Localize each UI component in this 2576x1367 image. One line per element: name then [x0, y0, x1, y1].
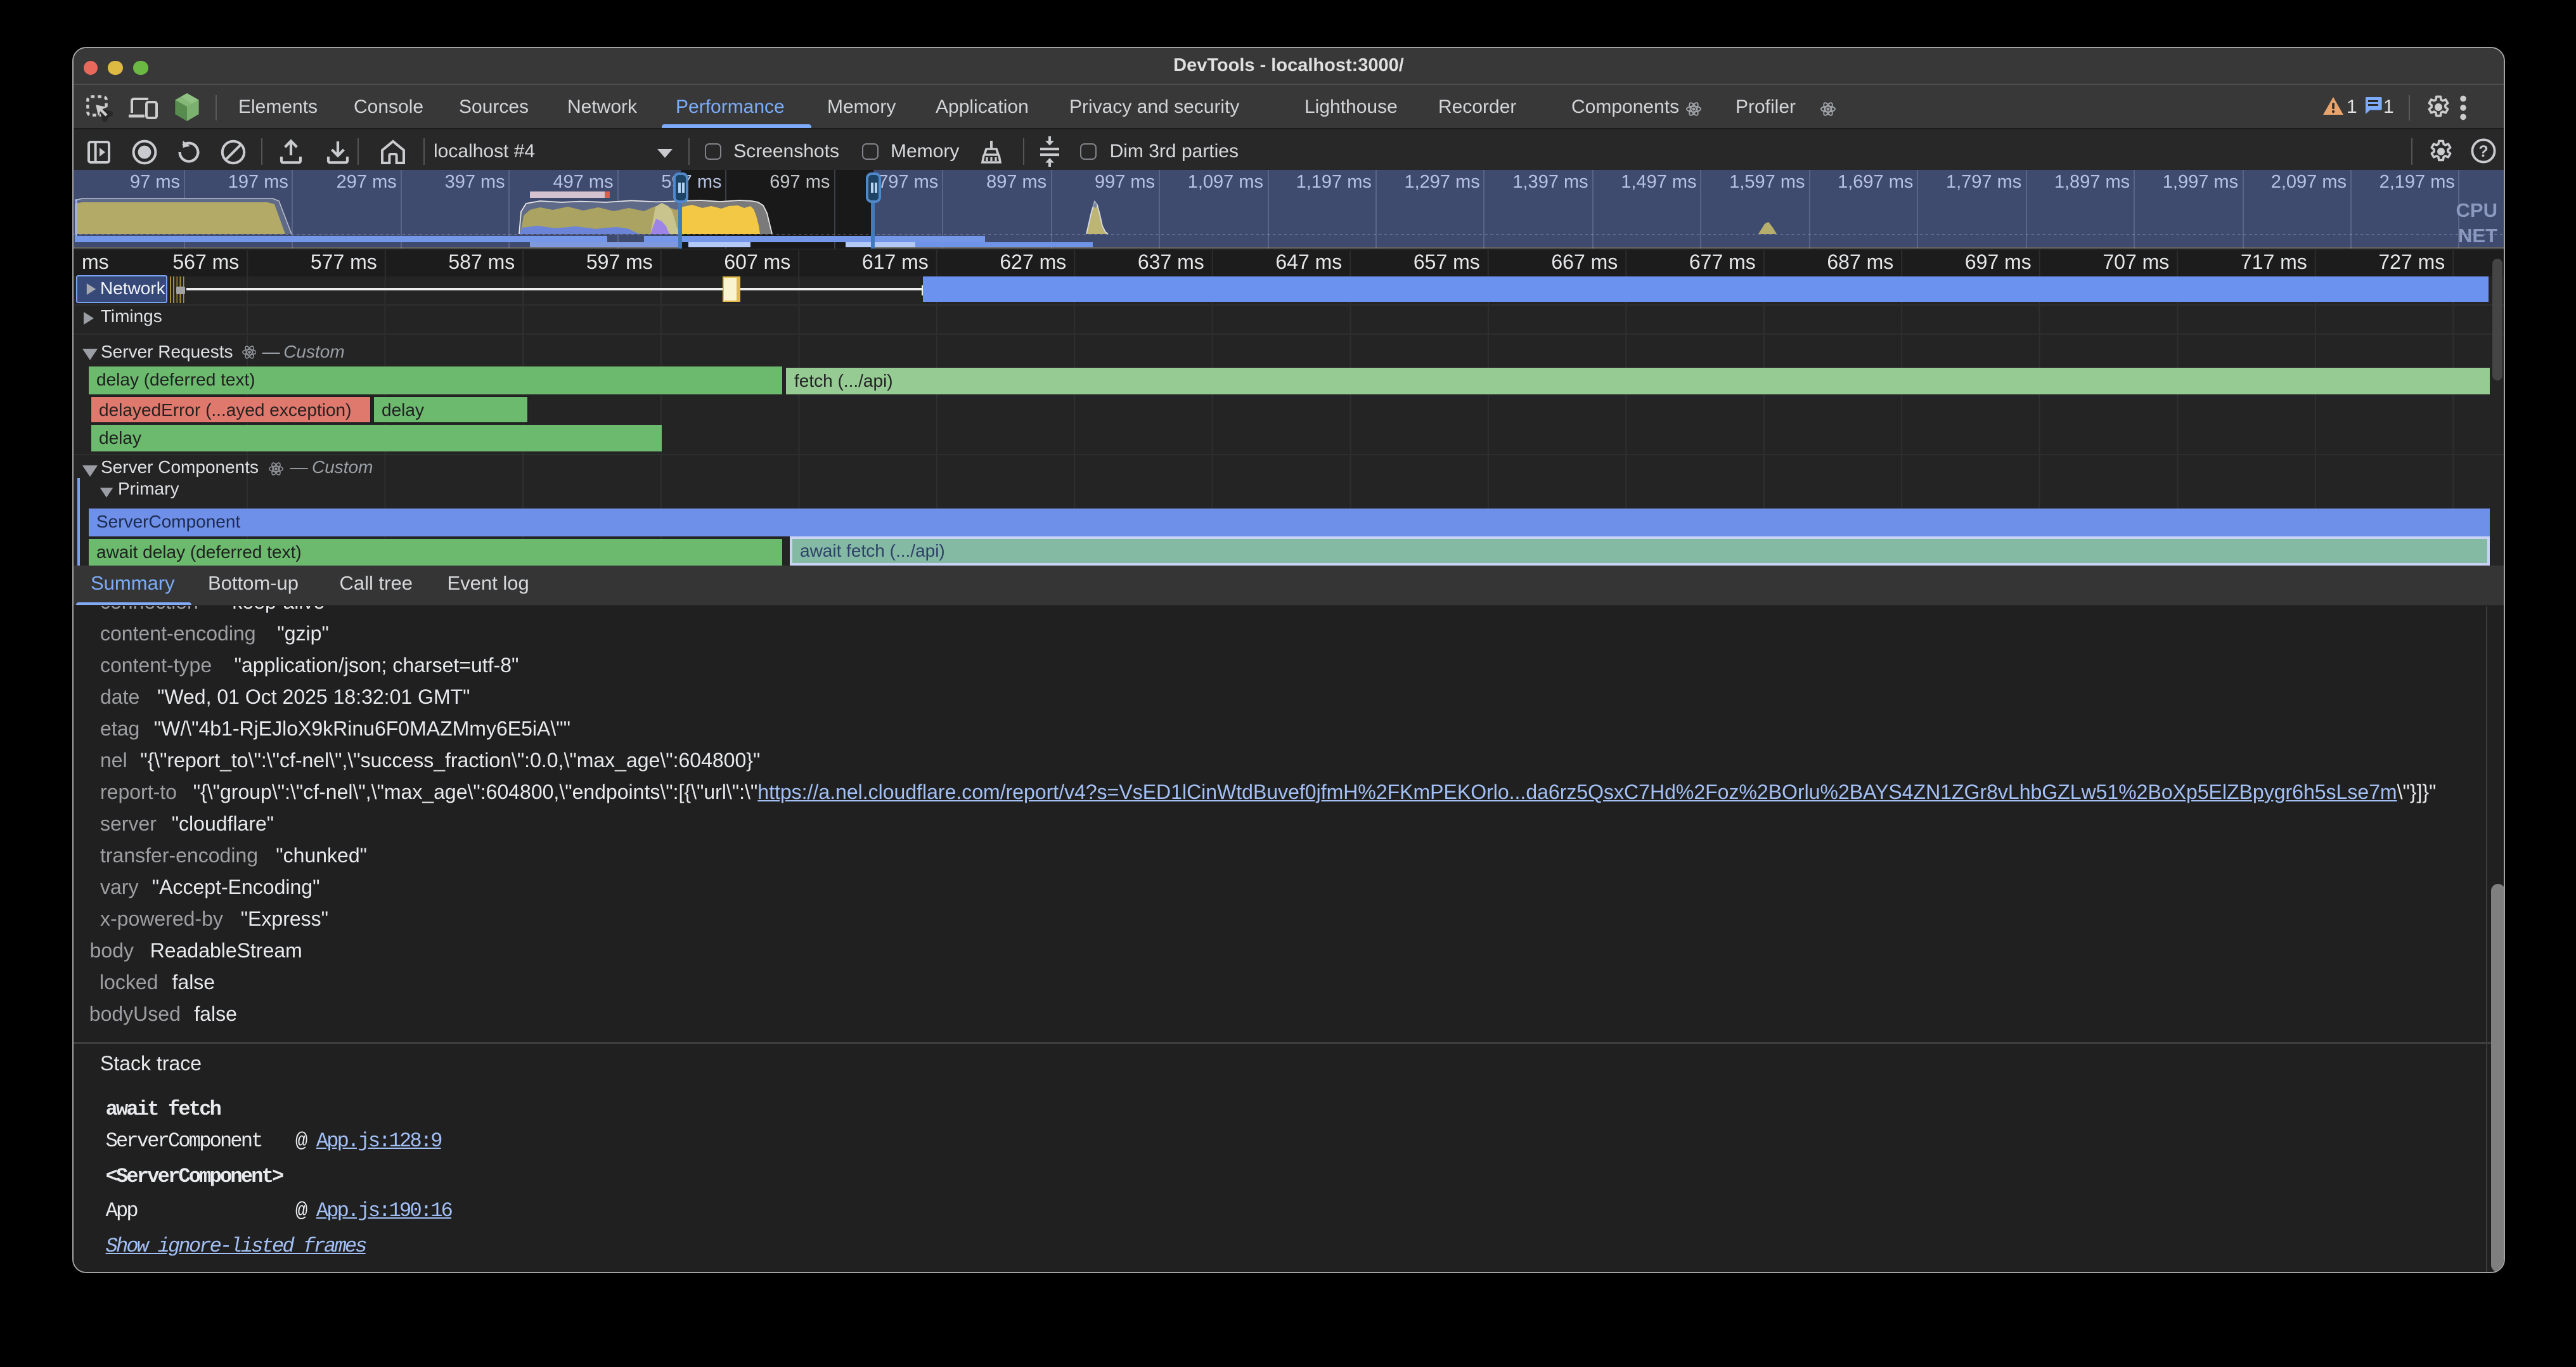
svg-text:?: ? [2478, 143, 2487, 160]
